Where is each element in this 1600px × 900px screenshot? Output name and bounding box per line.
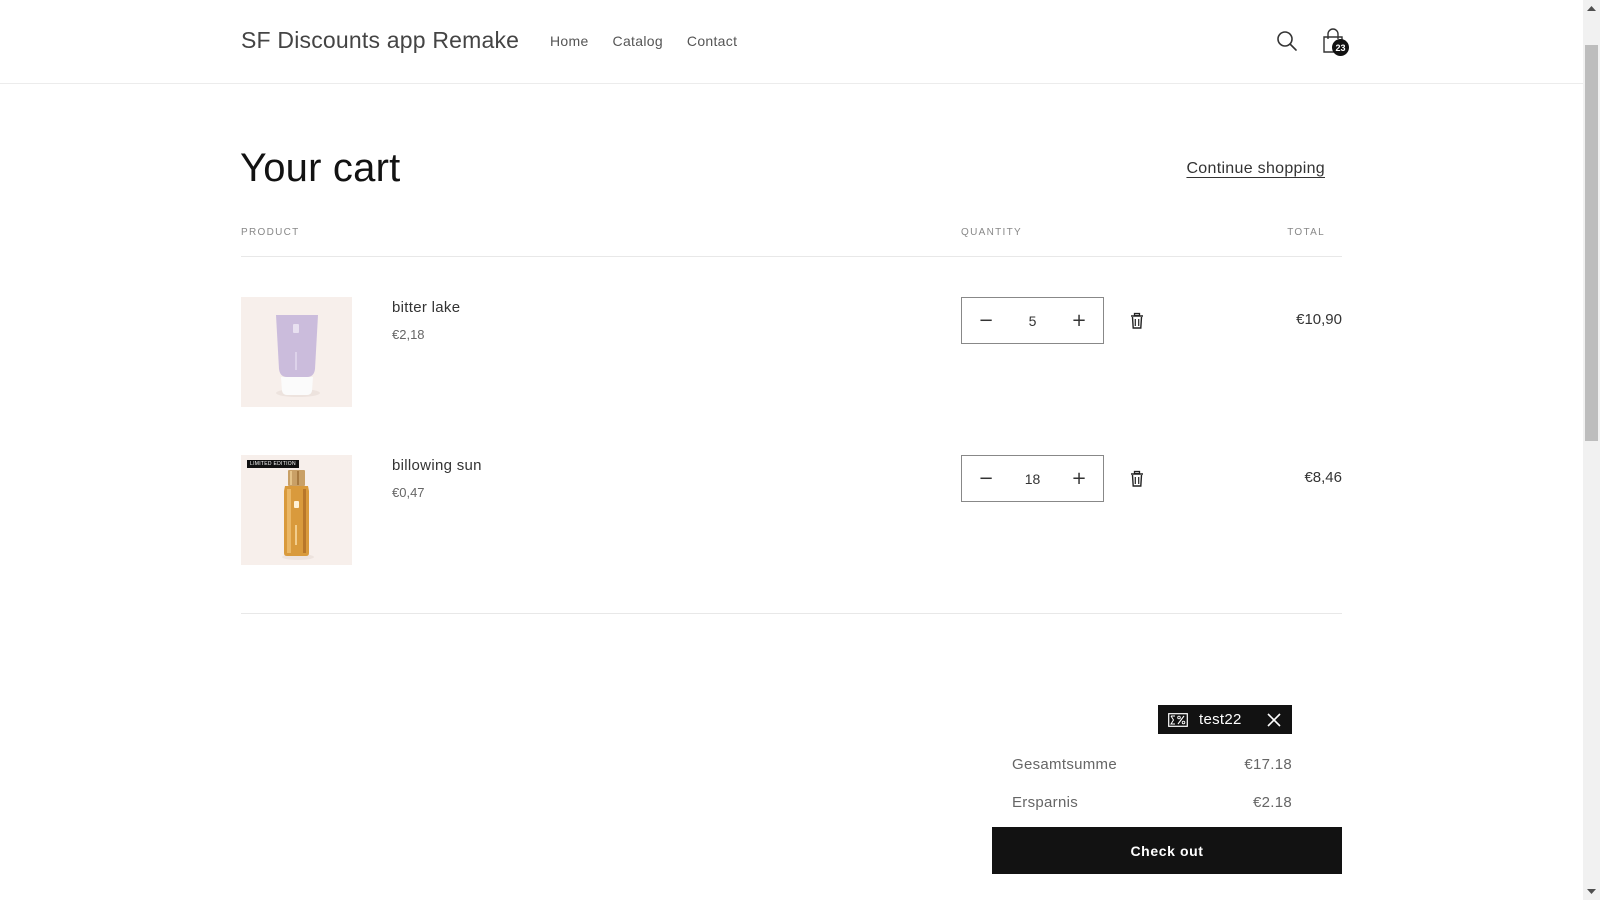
decrease-quantity-button[interactable]: − xyxy=(962,298,1010,343)
cart-item: bitter lake €2,18 − + €10,90 xyxy=(241,297,1342,407)
search-icon xyxy=(1277,31,1297,51)
line-total: €8,46 xyxy=(1304,469,1342,486)
quantity-stepper: − + xyxy=(961,297,1104,344)
site-header: SF Discounts app Remake Home Catalog Con… xyxy=(0,0,1583,84)
savings-row: Ersparnis €2.18 xyxy=(1012,794,1292,811)
close-icon[interactable] xyxy=(1266,712,1282,728)
savings-label: Ersparnis xyxy=(1012,794,1079,811)
quantity-input[interactable] xyxy=(1010,470,1055,487)
product-name[interactable]: bitter lake xyxy=(392,299,460,316)
gold-bottle-product-image xyxy=(241,455,352,565)
vertical-scrollbar[interactable] xyxy=(1583,0,1600,900)
quantity-input[interactable] xyxy=(1010,312,1055,329)
divider xyxy=(241,256,1342,257)
product-name[interactable]: billowing sun xyxy=(392,457,482,474)
search-button[interactable] xyxy=(1274,28,1300,54)
continue-shopping-link[interactable]: Continue shopping xyxy=(1186,160,1325,178)
cart-button[interactable]: 23 xyxy=(1318,26,1349,56)
lavender-tube-product-image xyxy=(241,297,352,407)
cart-count-badge: 23 xyxy=(1332,39,1349,56)
cart-page: SF Discounts app Remake Home Catalog Con… xyxy=(0,0,1583,900)
limited-edition-badge: LIMITED EDITION xyxy=(247,460,299,468)
trash-icon xyxy=(1131,312,1143,329)
remove-item-button[interactable] xyxy=(1128,470,1146,488)
arrow-down-icon xyxy=(1587,889,1596,894)
column-header-quantity: QUANTITY xyxy=(961,227,1022,238)
column-header-product: PRODUCT xyxy=(241,227,300,238)
product-image[interactable] xyxy=(241,297,352,407)
remove-item-button[interactable] xyxy=(1128,312,1146,330)
arrow-up-icon xyxy=(1587,6,1596,11)
discount-tag-icon xyxy=(1168,712,1188,727)
applied-discount-code: test22 xyxy=(1158,705,1292,734)
scrollbar-thumb[interactable] xyxy=(1585,45,1598,441)
scroll-up-button[interactable] xyxy=(1583,0,1600,17)
product-unit-price: €0,47 xyxy=(392,485,425,500)
increase-quantity-button[interactable]: + xyxy=(1055,456,1103,501)
scroll-down-button[interactable] xyxy=(1583,883,1600,900)
line-total: €10,90 xyxy=(1296,311,1342,328)
increase-quantity-button[interactable]: + xyxy=(1055,298,1103,343)
subtotal-value: €17.18 xyxy=(1244,756,1292,773)
cart-item: LIMITED EDITION billowing sun €0,47 − + … xyxy=(241,455,1342,565)
site-logo[interactable]: SF Discounts app Remake xyxy=(241,27,519,54)
decrease-quantity-button[interactable]: − xyxy=(962,456,1010,501)
quantity-stepper: − + xyxy=(961,455,1104,502)
savings-value: €2.18 xyxy=(1252,794,1292,811)
subtotal-row: Gesamtsumme €17.18 xyxy=(1012,756,1292,773)
trash-icon xyxy=(1131,470,1143,487)
nav-catalog[interactable]: Catalog xyxy=(613,33,663,49)
nav-home[interactable]: Home xyxy=(550,33,589,49)
column-header-total: TOTAL xyxy=(1287,227,1325,238)
checkout-button[interactable]: Check out xyxy=(992,827,1342,874)
subtotal-label: Gesamtsumme xyxy=(1012,756,1117,773)
divider xyxy=(241,613,1342,614)
product-unit-price: €2,18 xyxy=(392,327,425,342)
main-nav: Home Catalog Contact xyxy=(550,33,737,49)
page-title: Your cart xyxy=(240,146,401,190)
discount-code-label: test22 xyxy=(1199,711,1242,728)
product-image[interactable]: LIMITED EDITION xyxy=(241,455,352,565)
nav-contact[interactable]: Contact xyxy=(687,33,737,49)
